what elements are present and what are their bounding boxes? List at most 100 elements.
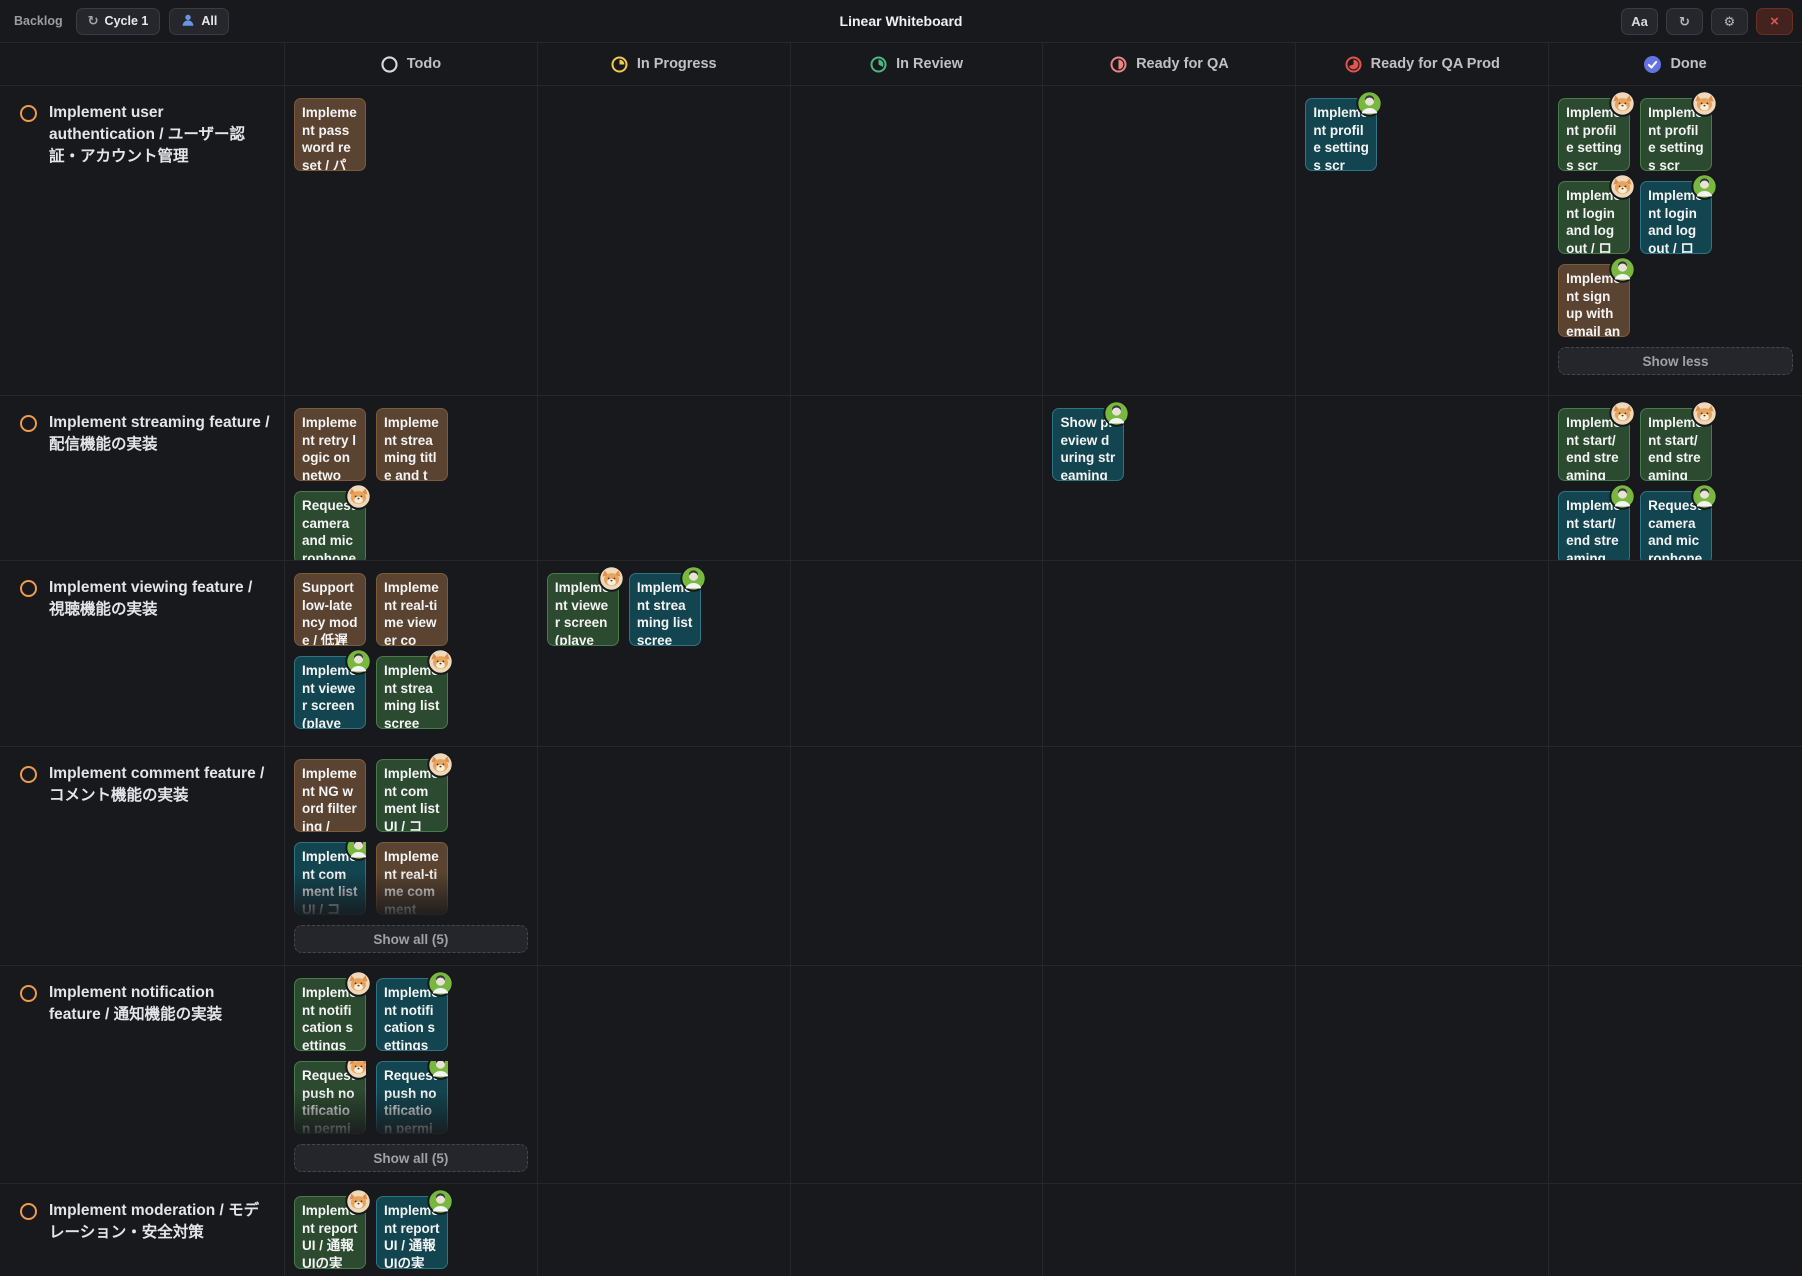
- card[interactable]: Implement viewer screen (playe: [294, 656, 366, 729]
- fox-avatar-icon: [1691, 90, 1718, 117]
- person-avatar-icon: [427, 970, 454, 997]
- person-avatar-icon: [345, 648, 372, 675]
- card-group: Implement NG word filtering /Implement c…: [294, 759, 449, 915]
- card[interactable]: Implement streaming list scree: [629, 573, 701, 646]
- card[interactable]: Implement real-time comment: [376, 842, 448, 915]
- font-size-button[interactable]: Aa: [1621, 8, 1658, 35]
- swimlane: Implement viewing feature / 視聴機能の実装Suppo…: [0, 561, 1802, 747]
- board-cell-todo: Implement retry logic on netwo Implement …: [285, 396, 538, 560]
- card[interactable]: Request camera and microphone: [294, 491, 366, 560]
- card[interactable]: Implement retry logic on netwo: [294, 408, 366, 481]
- swimlane-title: Implement user authentication / ユーザー認証・ア…: [49, 102, 270, 385]
- card-body: Implement NG word filtering /: [294, 759, 366, 832]
- card-group: Implement profile settings scrImplement …: [1558, 98, 1713, 337]
- toolbar-right-group: Aa ↻ ⚙ ×: [1621, 8, 1793, 35]
- swimlane-title: Implement comment feature / コメント機能の実装: [49, 763, 270, 955]
- card[interactable]: Implement profile settings scr: [1305, 98, 1377, 171]
- cycle-button-label: Cycle 1: [105, 14, 149, 28]
- card[interactable]: Implement login and logout / ロ: [1558, 181, 1630, 254]
- board-cell-done: [1549, 966, 1802, 1183]
- card[interactable]: Implement start/end streaming: [1558, 408, 1630, 481]
- card[interactable]: Implement report UI / 通報UIの実: [376, 1196, 448, 1269]
- swimlane-status-icon: [20, 985, 37, 1002]
- card[interactable]: Implement comment list UI / コ: [376, 759, 448, 832]
- card-text: Implement streaming title and t: [384, 415, 439, 481]
- card[interactable]: Implement streaming title and t: [376, 408, 448, 481]
- card[interactable]: Request push notification permi: [376, 1061, 448, 1134]
- card-group: Implement notification settingsImplement…: [294, 978, 449, 1134]
- board-cell-ready-qa: [1043, 747, 1296, 965]
- board-cell-done: [1549, 561, 1802, 746]
- card[interactable]: Implement login and logout / ロ: [1640, 181, 1712, 254]
- card-group: Implement retry logic on netwo Implement …: [294, 408, 449, 560]
- card-body: Implement real-time comment: [376, 842, 448, 915]
- fox-avatar-icon: [1691, 400, 1718, 427]
- card[interactable]: Implement profile settings scr: [1558, 98, 1630, 171]
- card[interactable]: Implement password reset / パ: [294, 98, 366, 171]
- reload-button[interactable]: ↻: [1666, 8, 1703, 35]
- fox-avatar-icon: [345, 1188, 372, 1215]
- board-cell-todo: Implement report UI / 通報UIの実Implement re…: [285, 1184, 538, 1276]
- show-all-button[interactable]: Show all (5): [294, 1144, 528, 1172]
- assignee-filter-button[interactable]: All: [169, 8, 229, 35]
- board-cell-in-progress: [538, 747, 791, 965]
- card[interactable]: Implement start/end streaming: [1558, 491, 1630, 560]
- card[interactable]: Implement report UI / 通報UIの実: [294, 1196, 366, 1269]
- board-cell-in-progress: [538, 966, 791, 1183]
- card[interactable]: Implement streaming list scree: [376, 656, 448, 729]
- card-body: Implement streaming title and t: [376, 408, 448, 481]
- column-header-done: Done: [1549, 43, 1802, 85]
- swimlane-title: Implement viewing feature / 視聴機能の実装: [49, 577, 270, 736]
- column-header-label: Todo: [407, 56, 441, 72]
- board-cell-todo: Support low-latency mode / 低遅Implement r…: [285, 561, 538, 746]
- show-less-button[interactable]: Show less: [1558, 347, 1793, 375]
- board-cell-in-review: [791, 561, 1044, 746]
- fox-avatar-icon: [427, 648, 454, 675]
- show-all-button[interactable]: Show all (5): [294, 925, 528, 953]
- person-avatar-icon: [1356, 90, 1383, 117]
- close-button[interactable]: ×: [1756, 8, 1793, 35]
- swimlane-label-cell: Implement moderation / モデレーション・安全対策: [0, 1184, 285, 1276]
- card[interactable]: Implement notification settings: [294, 978, 366, 1051]
- card[interactable]: Implement start/end streaming: [1640, 408, 1712, 481]
- cycle-filter-button[interactable]: ↻ Cycle 1: [76, 8, 161, 35]
- card[interactable]: Implement viewer screen (playe: [547, 573, 619, 646]
- kanban-board: TodoIn ProgressIn ReviewReady for QARead…: [0, 42, 1802, 1276]
- card-group: Implement start/end streamingImplement s…: [1558, 408, 1713, 560]
- card[interactable]: Implement NG word filtering /: [294, 759, 366, 832]
- board-cell-ready-qa-prod: [1296, 747, 1549, 965]
- status-todo-icon: [381, 56, 398, 73]
- board-cell-in-progress: [538, 1184, 791, 1276]
- card-group: Implement viewer screen (playeImplement …: [547, 573, 702, 646]
- card[interactable]: Request camera and microphone: [1640, 491, 1712, 560]
- swimlane: Implement streaming feature / 配信機能の実装Imp…: [0, 396, 1802, 561]
- column-header-ready-qa-prod: Ready for QA Prod: [1296, 43, 1549, 85]
- card[interactable]: Implement profile settings scr: [1640, 98, 1712, 171]
- board-cell-done: Implement start/end streamingImplement s…: [1549, 396, 1802, 560]
- card[interactable]: Support low-latency mode / 低遅: [294, 573, 366, 646]
- person-icon: [181, 13, 195, 30]
- column-header-label: Done: [1670, 56, 1706, 72]
- status-ready-qa-icon: [1110, 56, 1127, 73]
- card-group: Show preview during streaming: [1052, 408, 1207, 481]
- board-cell-in-review: [791, 86, 1044, 395]
- card[interactable]: Implement sign up with email an: [1558, 264, 1630, 337]
- swimlane-status-icon: [20, 580, 37, 597]
- card[interactable]: Show preview during streaming: [1052, 408, 1124, 481]
- card[interactable]: Request push notification permi: [294, 1061, 366, 1134]
- fox-avatar-icon: [427, 751, 454, 778]
- swimlane-title: Implement streaming feature / 配信機能の実装: [49, 412, 270, 550]
- status-in-review-icon: [870, 56, 887, 73]
- swimlane-label-cell: Implement viewing feature / 視聴機能の実装: [0, 561, 285, 746]
- card[interactable]: Implement comment list UI / コ: [294, 842, 366, 915]
- settings-button[interactable]: ⚙: [1711, 8, 1748, 35]
- swimlane: Implement moderation / モデレーション・安全対策Imple…: [0, 1184, 1802, 1276]
- card[interactable]: Implement real-time viewer co: [376, 573, 448, 646]
- board-cell-done: [1549, 1184, 1802, 1276]
- board-cell-ready-qa: [1043, 561, 1296, 746]
- person-avatar-icon: [1609, 483, 1636, 510]
- person-avatar-icon: [1691, 483, 1718, 510]
- swimlane-title: Implement moderation / モデレーション・安全対策: [49, 1200, 270, 1268]
- status-in-progress-icon: [611, 56, 628, 73]
- card[interactable]: Implement notification settings: [376, 978, 448, 1051]
